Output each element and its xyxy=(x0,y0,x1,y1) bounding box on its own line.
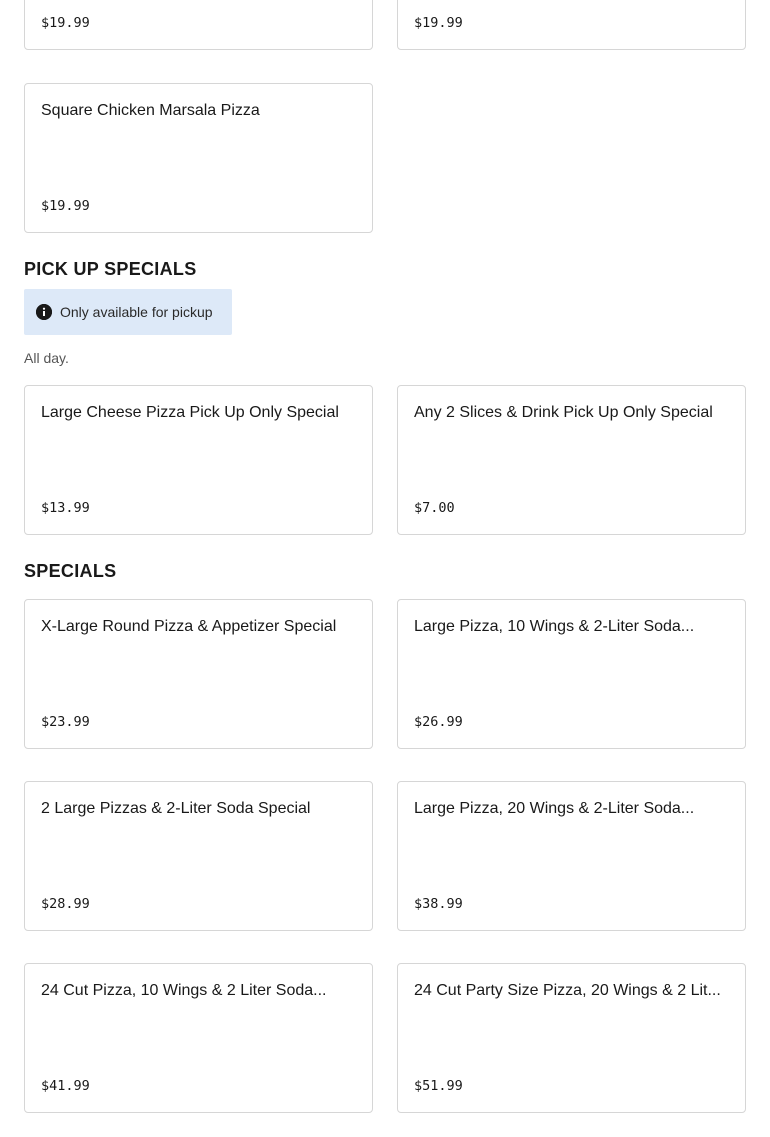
menu-item-name: Large Cheese Pizza Pick Up Only Special xyxy=(41,404,339,421)
menu-item-price: $19.99 xyxy=(41,15,90,31)
menu-item-price: $41.99 xyxy=(41,1078,90,1094)
menu-item-name: Large Pizza, 20 Wings & 2-Liter Soda... xyxy=(414,800,695,817)
menu-item-price: $28.99 xyxy=(41,896,90,912)
section-title-pickup-specials: PICK UP SPECIALS xyxy=(24,259,197,279)
pickup-only-badge: Only available for pickup xyxy=(24,289,232,335)
menu-item-price: $51.99 xyxy=(414,1078,463,1094)
menu-item-price: $7.00 xyxy=(414,500,455,516)
menu-item-card[interactable]: 24 Cut Party Size Pizza, 20 Wings & 2 Li… xyxy=(397,963,746,1113)
menu-item-price: $26.99 xyxy=(414,714,463,730)
menu-item-card[interactable]: Large Pizza, 10 Wings & 2-Liter Soda... … xyxy=(397,599,746,749)
menu-item-name: Large Pizza, 10 Wings & 2-Liter Soda... xyxy=(414,618,695,635)
menu-item-card[interactable]: Large Pizza, 20 Wings & 2-Liter Soda... … xyxy=(397,781,746,931)
menu-item-card[interactable]: $19.99 xyxy=(397,0,746,50)
section-title-specials: SPECIALS xyxy=(24,561,117,581)
menu-item-price: $13.99 xyxy=(41,500,90,516)
menu-item-price: $19.99 xyxy=(414,15,463,31)
menu-item-name: Any 2 Slices & Drink Pick Up Only Specia… xyxy=(414,404,713,421)
menu-item-name: 24 Cut Pizza, 10 Wings & 2 Liter Soda... xyxy=(41,982,327,999)
menu-item-name: 2 Large Pizzas & 2-Liter Soda Special xyxy=(41,800,311,817)
menu-item-price: $38.99 xyxy=(414,896,463,912)
menu-item-card[interactable]: Large Cheese Pizza Pick Up Only Special … xyxy=(24,385,373,535)
menu-item-card[interactable]: 2 Large Pizzas & 2-Liter Soda Special $2… xyxy=(24,781,373,931)
menu-item-name: Square Chicken Marsala Pizza xyxy=(41,102,260,119)
menu-item-card[interactable]: Any 2 Slices & Drink Pick Up Only Specia… xyxy=(397,385,746,535)
menu-item-name: 24 Cut Party Size Pizza, 20 Wings & 2 Li… xyxy=(414,982,721,999)
section-description: All day. xyxy=(24,350,69,366)
menu-item-card[interactable]: Square Chicken Marsala Pizza $19.99 xyxy=(24,83,373,233)
menu-item-card[interactable]: 24 Cut Pizza, 10 Wings & 2 Liter Soda...… xyxy=(24,963,373,1113)
menu-item-card[interactable]: X-Large Round Pizza & Appetizer Special … xyxy=(24,599,373,749)
pickup-badge-text: Only available for pickup xyxy=(60,304,213,320)
info-icon xyxy=(36,304,52,320)
menu-item-price: $23.99 xyxy=(41,714,90,730)
menu-item-name: X-Large Round Pizza & Appetizer Special xyxy=(41,618,337,635)
menu-item-price: $19.99 xyxy=(41,198,90,214)
menu-item-card[interactable]: $19.99 xyxy=(24,0,373,50)
